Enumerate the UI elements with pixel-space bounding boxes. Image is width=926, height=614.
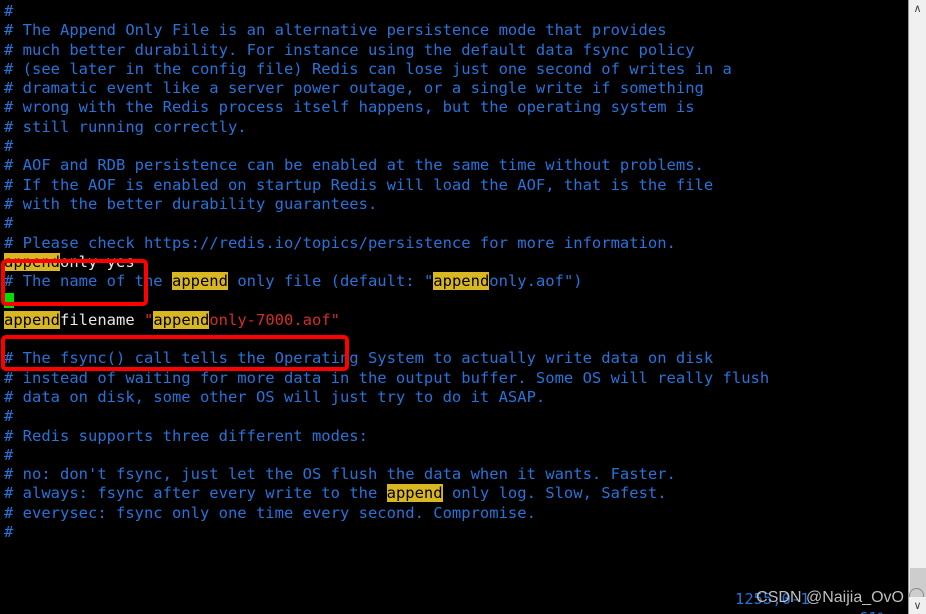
comment-text: # — [4, 137, 14, 156]
code-line: # The Append Only File is an alternative… — [4, 21, 908, 40]
comment-text: # data on disk, some other OS will just … — [4, 387, 546, 406]
scroll-down-arrow-icon[interactable]: ∨ — [909, 597, 926, 614]
comment-text: # The fsync() call tells the Operating S… — [4, 349, 714, 368]
search-match-highlight: append — [433, 272, 490, 291]
directive-text: filename — [60, 310, 144, 329]
code-line: # The fsync() call tells the Operating S… — [4, 349, 908, 368]
code-line: # — [4, 407, 908, 426]
scroll-percentage: 61% — [859, 609, 887, 614]
code-line: # dramatic event like a server power out… — [4, 79, 908, 98]
comment-text: # with the better durability guarantees. — [4, 194, 378, 213]
search-match-highlight: append — [171, 272, 228, 291]
comment-text: # instead of waiting for more data in th… — [4, 368, 770, 387]
search-match-highlight: append — [153, 310, 210, 329]
search-match-highlight: append — [4, 252, 60, 271]
vim-status-line: 1255,0-1 61% — [0, 571, 908, 614]
comment-text: # If the AOF is enabled on startup Redis… — [4, 175, 714, 194]
code-line: # still running correctly. — [4, 118, 908, 137]
code-line: # — [4, 2, 908, 21]
code-line: # data on disk, some other OS will just … — [4, 388, 908, 407]
code-line: # — [4, 523, 908, 542]
comment-text: # The name of the — [4, 272, 172, 291]
code-line: # If the AOF is enabled on startup Redis… — [4, 176, 908, 195]
directive-text: only yes — [60, 252, 135, 271]
code-line — [4, 291, 908, 310]
comment-text: # no: don't fsync, just let the OS flush… — [4, 465, 676, 484]
terminal-window: # # The Append Only File is an alternativ… — [0, 0, 926, 614]
code-line: appendfilename "appendonly-7000.aof" — [4, 310, 908, 330]
vim-text-buffer[interactable]: # # The Append Only File is an alternativ… — [0, 0, 908, 614]
comment-text: # much better durability. For instance u… — [4, 40, 695, 59]
code-line: # much better durability. For instance u… — [4, 41, 908, 60]
comment-text: # still running correctly. — [4, 117, 247, 136]
code-line: # everysec: fsync only one time every se… — [4, 504, 908, 523]
comment-text: # (see later in the config file) Redis c… — [4, 59, 732, 78]
string-literal: " — [144, 310, 154, 329]
comment-text: # — [4, 445, 14, 464]
cursor-position: 1255,0-1 — [735, 590, 810, 608]
comment-text: # — [4, 214, 14, 233]
vertical-scrollbar[interactable]: ∧ ∨ — [908, 0, 926, 614]
comment-text: # dramatic event like a server power out… — [4, 79, 704, 98]
comment-text: # The Append Only File is an alternative… — [4, 21, 667, 40]
code-line: # (see later in the config file) Redis c… — [4, 60, 908, 79]
string-literal: only-7000.aof" — [209, 310, 340, 329]
comment-text: # — [4, 523, 14, 542]
comment-text: # always: fsync after every write to the — [4, 484, 387, 503]
code-line: # no: don't fsync, just let the OS flush… — [4, 465, 908, 484]
comment-text: # — [4, 2, 14, 20]
comment-text: # everysec: fsync only one time every se… — [4, 503, 536, 522]
comment-text: only.aof") — [489, 272, 583, 291]
comment-text: # AOF and RDB persistence can be enabled… — [4, 156, 704, 175]
code-line: # always: fsync after every write to the… — [4, 484, 908, 503]
scroll-up-arrow-icon[interactable]: ∧ — [909, 0, 926, 17]
code-line: # AOF and RDB persistence can be enabled… — [4, 156, 908, 175]
code-line: # wrong with the Redis process itself ha… — [4, 98, 908, 117]
code-line: # — [4, 137, 908, 156]
code-line: # Redis supports three different modes: — [4, 427, 908, 446]
code-line: # The name of the append only file (defa… — [4, 272, 908, 291]
comment-text: only file (default: " — [227, 272, 434, 291]
code-line: # instead of waiting for more data in th… — [4, 369, 908, 388]
search-match-highlight: append — [4, 310, 60, 329]
comment-text: # Redis supports three different modes: — [4, 426, 368, 445]
code-line: appendonly yes — [4, 252, 908, 272]
comment-text: only log. Slow, Safest. — [442, 484, 667, 503]
text-cursor — [4, 293, 14, 309]
code-line: # — [4, 214, 908, 233]
comment-text: # wrong with the Redis process itself ha… — [4, 98, 695, 117]
comment-text: # Please check https://redis.io/topics/p… — [4, 233, 676, 252]
search-match-highlight: append — [386, 484, 443, 503]
code-line: # — [4, 446, 908, 465]
code-line: # Please check https://redis.io/topics/p… — [4, 234, 908, 253]
comment-text: # — [4, 407, 14, 426]
code-line: # with the better durability guarantees. — [4, 195, 908, 214]
